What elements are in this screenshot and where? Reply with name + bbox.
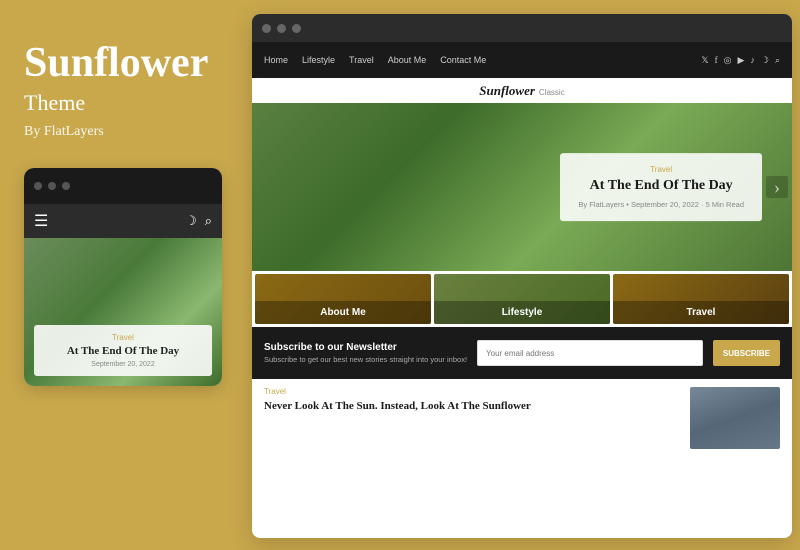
category-about[interactable]: About Me (255, 274, 431, 324)
newsletter-title: Subscribe to our Newsletter (264, 342, 467, 353)
desktop-nav-right: 𝕏 f ◎ ▶ ♪ ☽ ⌕ (701, 55, 780, 66)
instagram-icon[interactable]: ◎ (724, 55, 732, 66)
left-panel: Sunflower Theme By FlatLayers ☰ ☽ ⌕ Trav… (0, 0, 248, 550)
desktop-title-bar (252, 14, 792, 42)
bottom-img-inner (690, 387, 780, 449)
category-about-label: About Me (255, 301, 431, 324)
desktop-nav-links: Home Lifestyle Travel About Me Contact M… (264, 55, 486, 65)
mobile-nav-bar: ☰ ☽ ⌕ (24, 204, 222, 238)
mobile-title-bar (24, 168, 222, 204)
hamburger-icon[interactable]: ☰ (34, 211, 48, 231)
desktop-nav: Home Lifestyle Travel About Me Contact M… (252, 42, 792, 78)
hero-card-tag: Travel (578, 165, 744, 174)
category-travel-label: Travel (613, 301, 789, 324)
category-grid: About Me Lifestyle Travel (252, 271, 792, 327)
bottom-article-section: Travel Never Look At The Sun. Instead, L… (252, 379, 792, 457)
hero-card: Travel At The End Of The Day By FlatLaye… (560, 153, 762, 221)
mobile-nav-icons: ☽ ⌕ (185, 213, 212, 229)
bottom-article-image (690, 387, 780, 449)
desktop-dot-1 (262, 24, 271, 33)
site-subtitle: Theme (24, 90, 224, 116)
hero-card-title: At The End Of The Day (578, 178, 744, 195)
newsletter-subscribe-button[interactable]: SUBSCRIBE (713, 340, 780, 366)
search-icon[interactable]: ⌕ (205, 213, 212, 229)
desktop-dot-2 (277, 24, 286, 33)
youtube-icon[interactable]: ▶ (737, 55, 744, 66)
category-lifestyle[interactable]: Lifestyle (434, 274, 610, 324)
tiktok-icon[interactable]: ♪ (750, 55, 755, 66)
mobile-dot-2 (48, 182, 56, 190)
newsletter-subtitle: Subscribe to get our best new stories st… (264, 355, 467, 364)
mobile-hero: Travel At The End Of The Day September 2… (24, 238, 222, 386)
nav-travel[interactable]: Travel (349, 55, 374, 65)
mobile-mockup: ☰ ☽ ⌕ Travel At The End Of The Day Septe… (24, 168, 222, 386)
bottom-article-title: Never Look At The Sun. Instead, Look At … (264, 399, 680, 413)
nav-lifestyle[interactable]: Lifestyle (302, 55, 335, 65)
mobile-dot-1 (34, 182, 42, 190)
category-lifestyle-label: Lifestyle (434, 301, 610, 324)
newsletter-email-input[interactable] (477, 340, 703, 366)
hero-card-meta: By FlatLayers • September 20, 2022 · 5 M… (578, 200, 744, 209)
site-title: Sunflower (24, 40, 224, 86)
newsletter-text: Subscribe to our Newsletter Subscribe to… (264, 342, 467, 364)
desktop-site-name-bar: Sunflower Classic (252, 78, 792, 103)
facebook-icon[interactable]: f (715, 55, 718, 66)
desktop-site-name-text: Sunflower (479, 83, 535, 98)
desktop-hero: Travel At The End Of The Day By FlatLaye… (252, 103, 792, 271)
desktop-mockup: Home Lifestyle Travel About Me Contact M… (252, 14, 792, 538)
mobile-hero-card: Travel At The End Of The Day September 2… (34, 325, 212, 376)
category-travel[interactable]: Travel (613, 274, 789, 324)
nav-home[interactable]: Home (264, 55, 288, 65)
newsletter-bar: Subscribe to our Newsletter Subscribe to… (252, 327, 792, 379)
desktop-site-name-sub: Classic (539, 88, 565, 97)
nav-contact[interactable]: Contact Me (440, 55, 486, 65)
site-by: By FlatLayers (24, 124, 224, 140)
mobile-hero-date: September 20, 2022 (44, 361, 202, 368)
moon-icon[interactable]: ☽ (185, 213, 197, 229)
bottom-article-tag: Travel (264, 387, 680, 396)
moon-icon[interactable]: ☽ (761, 55, 769, 66)
search-icon[interactable]: ⌕ (775, 55, 780, 66)
mobile-hero-tag: Travel (44, 333, 202, 342)
twitter-icon[interactable]: 𝕏 (701, 55, 708, 66)
bottom-article-text: Travel Never Look At The Sun. Instead, L… (264, 387, 680, 413)
hero-next-arrow[interactable]: › (766, 176, 788, 198)
mobile-dot-3 (62, 182, 70, 190)
nav-about[interactable]: About Me (388, 55, 427, 65)
desktop-dot-3 (292, 24, 301, 33)
mobile-hero-title: At The End Of The Day (44, 345, 202, 358)
